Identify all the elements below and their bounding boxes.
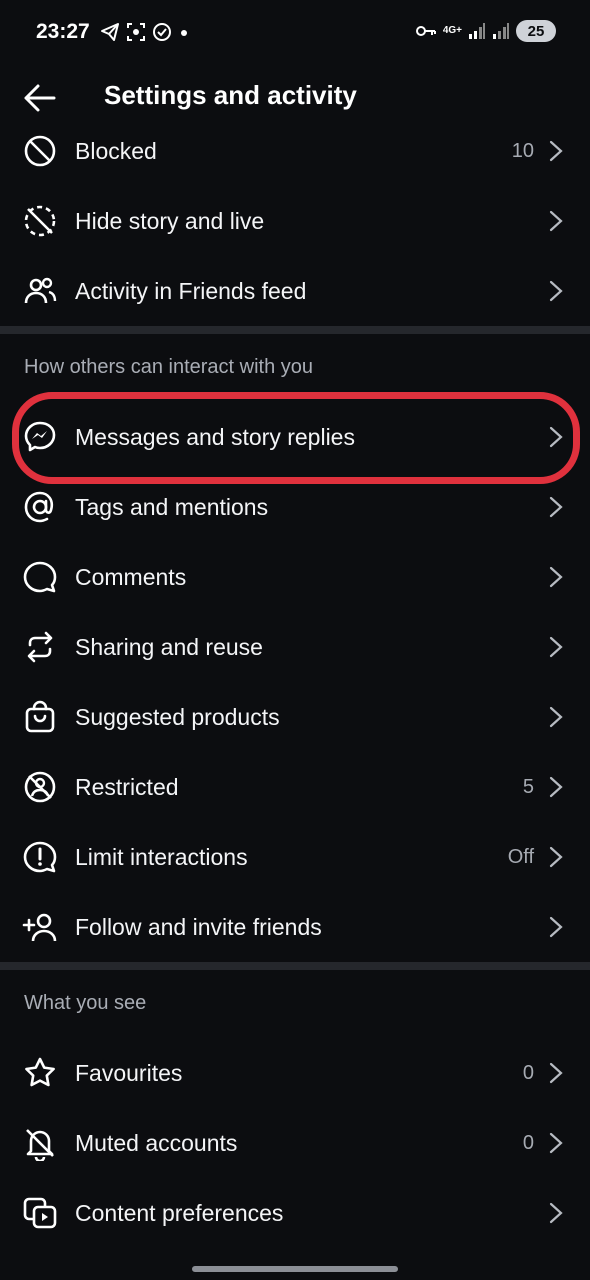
section-interact: How others can interact with you Message… [0,334,590,962]
content-preferences-icon [23,1197,57,1229]
comment-icon [23,561,57,593]
chevron-right-icon [549,1202,563,1224]
status-system-icons: 4G+ 25 [415,20,556,42]
dot-icon [181,30,187,36]
chevron-right-icon [549,280,563,302]
section-divider [0,962,590,970]
chevron-right-icon [549,636,563,658]
chevron-right-icon [549,846,563,868]
at-sign-icon [24,491,54,523]
list-item-restricted[interactable]: Restricted 5 [0,752,590,822]
list-item-favourites[interactable]: Favourites 0 [0,1038,590,1108]
list-item-value: 0 [522,1061,534,1084]
list-item-label: Follow and invite friends [75,913,322,940]
status-notification-icons [100,22,190,42]
add-person-icon [22,913,57,942]
chevron-right-icon [549,1062,563,1084]
page-title: Settings and activity [104,80,357,110]
battery-indicator: 25 [516,20,556,42]
blocked-icon [24,135,56,167]
chevron-right-icon [549,916,563,938]
list-item-label: Limit interactions [75,843,248,870]
chevron-right-icon [549,140,563,162]
chevron-right-icon [549,426,563,448]
section-see: What you see Favourites 0 Muted accounts… [0,970,590,1248]
list-item-value: Off [507,845,534,868]
list-item-comments[interactable]: Comments [0,542,590,612]
list-item-value: 0 [522,1131,534,1154]
chevron-right-icon [549,706,563,728]
restricted-icon [24,771,56,803]
list-item-label: Suggested products [75,703,280,730]
list-top: Blocked 10 Hide story and live Activity … [0,116,590,326]
hide-story-icon [24,205,56,237]
list-item-label: Activity in Friends feed [75,277,307,304]
list-item-muted-accounts[interactable]: Muted accounts 0 [0,1108,590,1178]
arrow-left-icon [24,84,56,112]
friends-icon [24,277,57,304]
network-type: 4G+ [442,25,462,36]
share-reuse-icon [27,631,53,663]
list-item-label: Tags and mentions [75,493,269,520]
signal-2-icon [493,23,509,39]
list-item-messages-story-replies[interactable]: Messages and story replies [0,402,590,472]
list-item-label: Blocked [75,137,157,164]
list-item-label: Content preferences [75,1199,284,1226]
list-item-label: Restricted [75,773,179,800]
messenger-icon [24,421,56,452]
list-item-value: 10 [511,139,534,162]
list-item-activity-friends-feed[interactable]: Activity in Friends feed [0,256,590,326]
list-item-label: Comments [75,563,187,590]
list-item-sharing-reuse[interactable]: Sharing and reuse [0,612,590,682]
list-item-value: 5 [522,775,534,798]
star-icon [25,1057,55,1087]
chevron-right-icon [549,1132,563,1154]
home-indicator[interactable] [192,1266,398,1272]
list-item-tags-mentions[interactable]: Tags and mentions [0,472,590,542]
list-item-label: Muted accounts [75,1129,238,1156]
muted-bell-icon [26,1129,54,1161]
telegram-icon [101,23,119,41]
battery-level: 25 [527,22,545,40]
chevron-right-icon [549,210,563,232]
list-item-label: Favourites [75,1059,183,1086]
screenshot-icon [127,23,145,41]
section-divider [0,326,590,334]
signal-icon [469,23,485,39]
limit-icon [23,841,57,873]
list-item-hide-story[interactable]: Hide story and live [0,186,590,256]
section-title: How others can interact with you [24,356,314,378]
status-bar: 23:27 4G+ 25 [0,0,590,70]
section-title: What you see [24,992,147,1014]
list-item-follow-invite[interactable]: Follow and invite friends [0,892,590,962]
list-item-label: Sharing and reuse [75,633,263,660]
key-icon [415,26,436,36]
status-time: 23:27 [36,20,90,43]
list-item-label: Messages and story replies [75,423,355,450]
shopping-bag-icon [25,700,55,733]
list-item-limit-interactions[interactable]: Limit interactions Off [0,822,590,892]
list-item-suggested-products[interactable]: Suggested products [0,682,590,752]
chevron-right-icon [549,566,563,588]
section-header: What you see [0,970,590,1038]
back-button[interactable] [22,80,58,116]
section-header: How others can interact with you [0,334,590,402]
list-item-blocked[interactable]: Blocked 10 [0,116,590,186]
list-item-content-preferences[interactable]: Content preferences [0,1178,590,1248]
chevron-right-icon [549,496,563,518]
list-item-label: Hide story and live [75,207,265,234]
check-circle-icon [153,23,171,41]
chevron-right-icon [549,776,563,798]
